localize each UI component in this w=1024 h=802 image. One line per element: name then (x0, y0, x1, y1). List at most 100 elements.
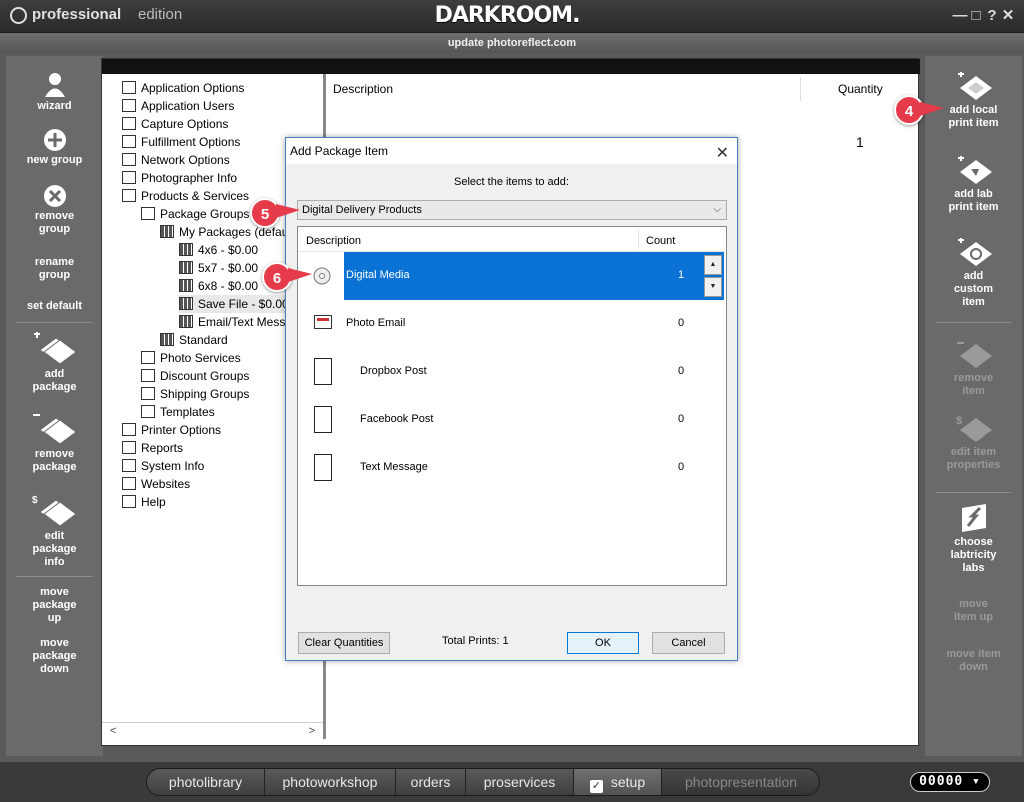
tree-item[interactable]: My Packages (default) (160, 223, 298, 241)
remove-item-button[interactable]: remove item (925, 340, 1022, 398)
add-lab-print-icon (957, 156, 992, 184)
phone-icon (314, 406, 332, 433)
item-count: 0 (678, 461, 685, 473)
edit-item-properties-button[interactable]: $ edit item properties (925, 414, 1022, 472)
phone-icon (314, 454, 332, 481)
tree-item[interactable]: Templates (141, 403, 215, 421)
tree-horizontal-scrollbar[interactable]: < > (102, 722, 323, 739)
tree-item[interactable]: Websites (122, 475, 190, 493)
tab-setup[interactable]: ✓ setup (574, 769, 662, 795)
tree-item[interactable]: Application Options (122, 79, 244, 97)
svg-text:$: $ (956, 415, 962, 427)
list-item-digital-media[interactable]: Digital Media 1 ▲ ▼ (298, 252, 726, 300)
tree-item[interactable]: Application Users (122, 97, 234, 115)
rename-group-button[interactable]: rename group (6, 256, 103, 282)
callout-pointer (288, 268, 312, 282)
remove-package-button[interactable]: remove package (6, 412, 103, 474)
set-default-button[interactable]: set default (6, 300, 103, 313)
tab-proservices[interactable]: proservices (466, 769, 574, 795)
tree-item[interactable]: Save File - $0.00 (179, 295, 289, 313)
tab-photolibrary[interactable]: photolibrary (147, 769, 265, 795)
wizard-button[interactable]: wizard (6, 72, 103, 113)
credit-counter[interactable]: 00000 ▾ (910, 772, 990, 792)
tree-node-icon (122, 459, 136, 472)
tab-orders[interactable]: orders (396, 769, 466, 795)
list-item-facebook-post[interactable]: Facebook Post 0 (298, 396, 726, 444)
tree-item[interactable]: Shipping Groups (141, 385, 249, 403)
list-header-description[interactable]: Description (306, 235, 361, 247)
edit-item-icon: $ (956, 415, 992, 442)
increment-button[interactable]: ▲ (704, 255, 722, 275)
plus-circle-icon (43, 129, 66, 151)
move-package-up-button[interactable]: move package up (6, 586, 103, 625)
ok-button[interactable]: OK (567, 632, 639, 654)
tree-item-label: Capture Options (141, 117, 229, 131)
cancel-button[interactable]: Cancel (652, 632, 725, 654)
decrement-button[interactable]: ▼ (704, 277, 722, 297)
scroll-right-button[interactable]: > (309, 725, 315, 737)
help-button[interactable]: ? (984, 7, 1000, 24)
tree-item[interactable]: Discount Groups (141, 367, 249, 385)
move-item-up-button[interactable]: move item up (925, 598, 1022, 624)
tree-node-icon (122, 81, 136, 94)
column-header-quantity[interactable]: Quantity (838, 82, 883, 96)
tree-item[interactable]: Reports (122, 439, 183, 457)
tree-item[interactable]: Standard (160, 331, 228, 349)
dialog-close-button[interactable]: ✕ (716, 141, 729, 167)
tree-item-label: Help (141, 495, 166, 509)
add-package-icon (33, 332, 77, 365)
move-package-down-button[interactable]: move package down (6, 637, 103, 676)
choose-labtricity-labs-button[interactable]: choose labtricity labs (925, 502, 1022, 575)
tree-item[interactable]: Fulfillment Options (122, 133, 240, 151)
tab-photoworkshop[interactable]: photoworkshop (265, 769, 396, 795)
scroll-left-button[interactable]: < (110, 725, 116, 737)
tree-item[interactable]: Photo Services (141, 349, 241, 367)
tree-item-label: Websites (141, 477, 191, 491)
minimize-button[interactable]: — (952, 7, 968, 24)
tree-item[interactable]: Help (122, 493, 166, 511)
power-icon[interactable] (10, 7, 27, 24)
item-list: Description Count Digital Media 1 ▲ ▼ Ph… (297, 226, 727, 586)
move-item-down-button[interactable]: move item down (925, 648, 1022, 674)
list-header-count[interactable]: Count (646, 235, 675, 247)
column-header-description[interactable]: Description (333, 82, 393, 96)
tree-node-icon (141, 369, 155, 382)
add-custom-item-button[interactable]: add custom item (925, 238, 1022, 309)
tree-node-icon (141, 351, 155, 364)
tree-item[interactable]: 6x8 - $0.00 (179, 277, 258, 295)
module-tabs: photolibrary photoworkshop orders proser… (146, 768, 820, 796)
list-item-dropbox-post[interactable]: Dropbox Post 0 (298, 348, 726, 396)
wizard-icon (44, 73, 65, 97)
update-link[interactable]: update photoreflect.com (0, 33, 1024, 53)
tree-item[interactable]: Package Groups (141, 205, 249, 223)
tree-item[interactable]: Printer Options (122, 421, 221, 439)
quantity-stepper[interactable]: ▲ ▼ (704, 255, 722, 297)
list-item-text-message[interactable]: Text Message 0 (298, 444, 726, 492)
remove-group-button[interactable]: remove group (6, 184, 103, 236)
remove-item-icon (956, 342, 992, 368)
tree-item[interactable]: Network Options (122, 151, 230, 169)
tree-item[interactable]: Capture Options (122, 115, 228, 133)
close-button[interactable]: ✕ (1000, 6, 1016, 24)
tab-photopresentation[interactable]: photopresentation (662, 769, 819, 795)
tree-item[interactable]: 4x6 - $0.00 (179, 241, 258, 259)
clear-quantities-button[interactable]: Clear Quantities (298, 632, 390, 654)
new-group-button[interactable]: new group (6, 128, 103, 167)
tree-item[interactable]: 5x7 - $0.00 (179, 259, 258, 277)
list-item-photo-email[interactable]: Photo Email 0 (298, 300, 726, 348)
add-package-item-dialog: Add Package Item ✕ Select the items to a… (285, 137, 738, 661)
item-name: Digital Media (346, 269, 410, 281)
add-package-button[interactable]: add package (6, 332, 103, 394)
tree-node-icon (122, 171, 136, 184)
tree-item[interactable]: Products & Services (122, 187, 249, 205)
tree-node-icon (179, 279, 193, 292)
add-lab-print-item-button[interactable]: add lab print item (925, 156, 1022, 214)
callout-pointer (920, 102, 944, 116)
tree-item[interactable]: Photographer Info (122, 169, 237, 187)
right-tool-panel: add local print item add lab print item … (925, 56, 1022, 756)
maximize-button[interactable]: □ (968, 7, 984, 24)
tree-item[interactable]: System Info (122, 457, 204, 475)
product-category-select[interactable]: Digital Delivery Products ⌵ (297, 200, 727, 220)
add-custom-item-icon (957, 238, 992, 266)
edit-package-info-button[interactable]: $ edit package info (6, 494, 103, 569)
